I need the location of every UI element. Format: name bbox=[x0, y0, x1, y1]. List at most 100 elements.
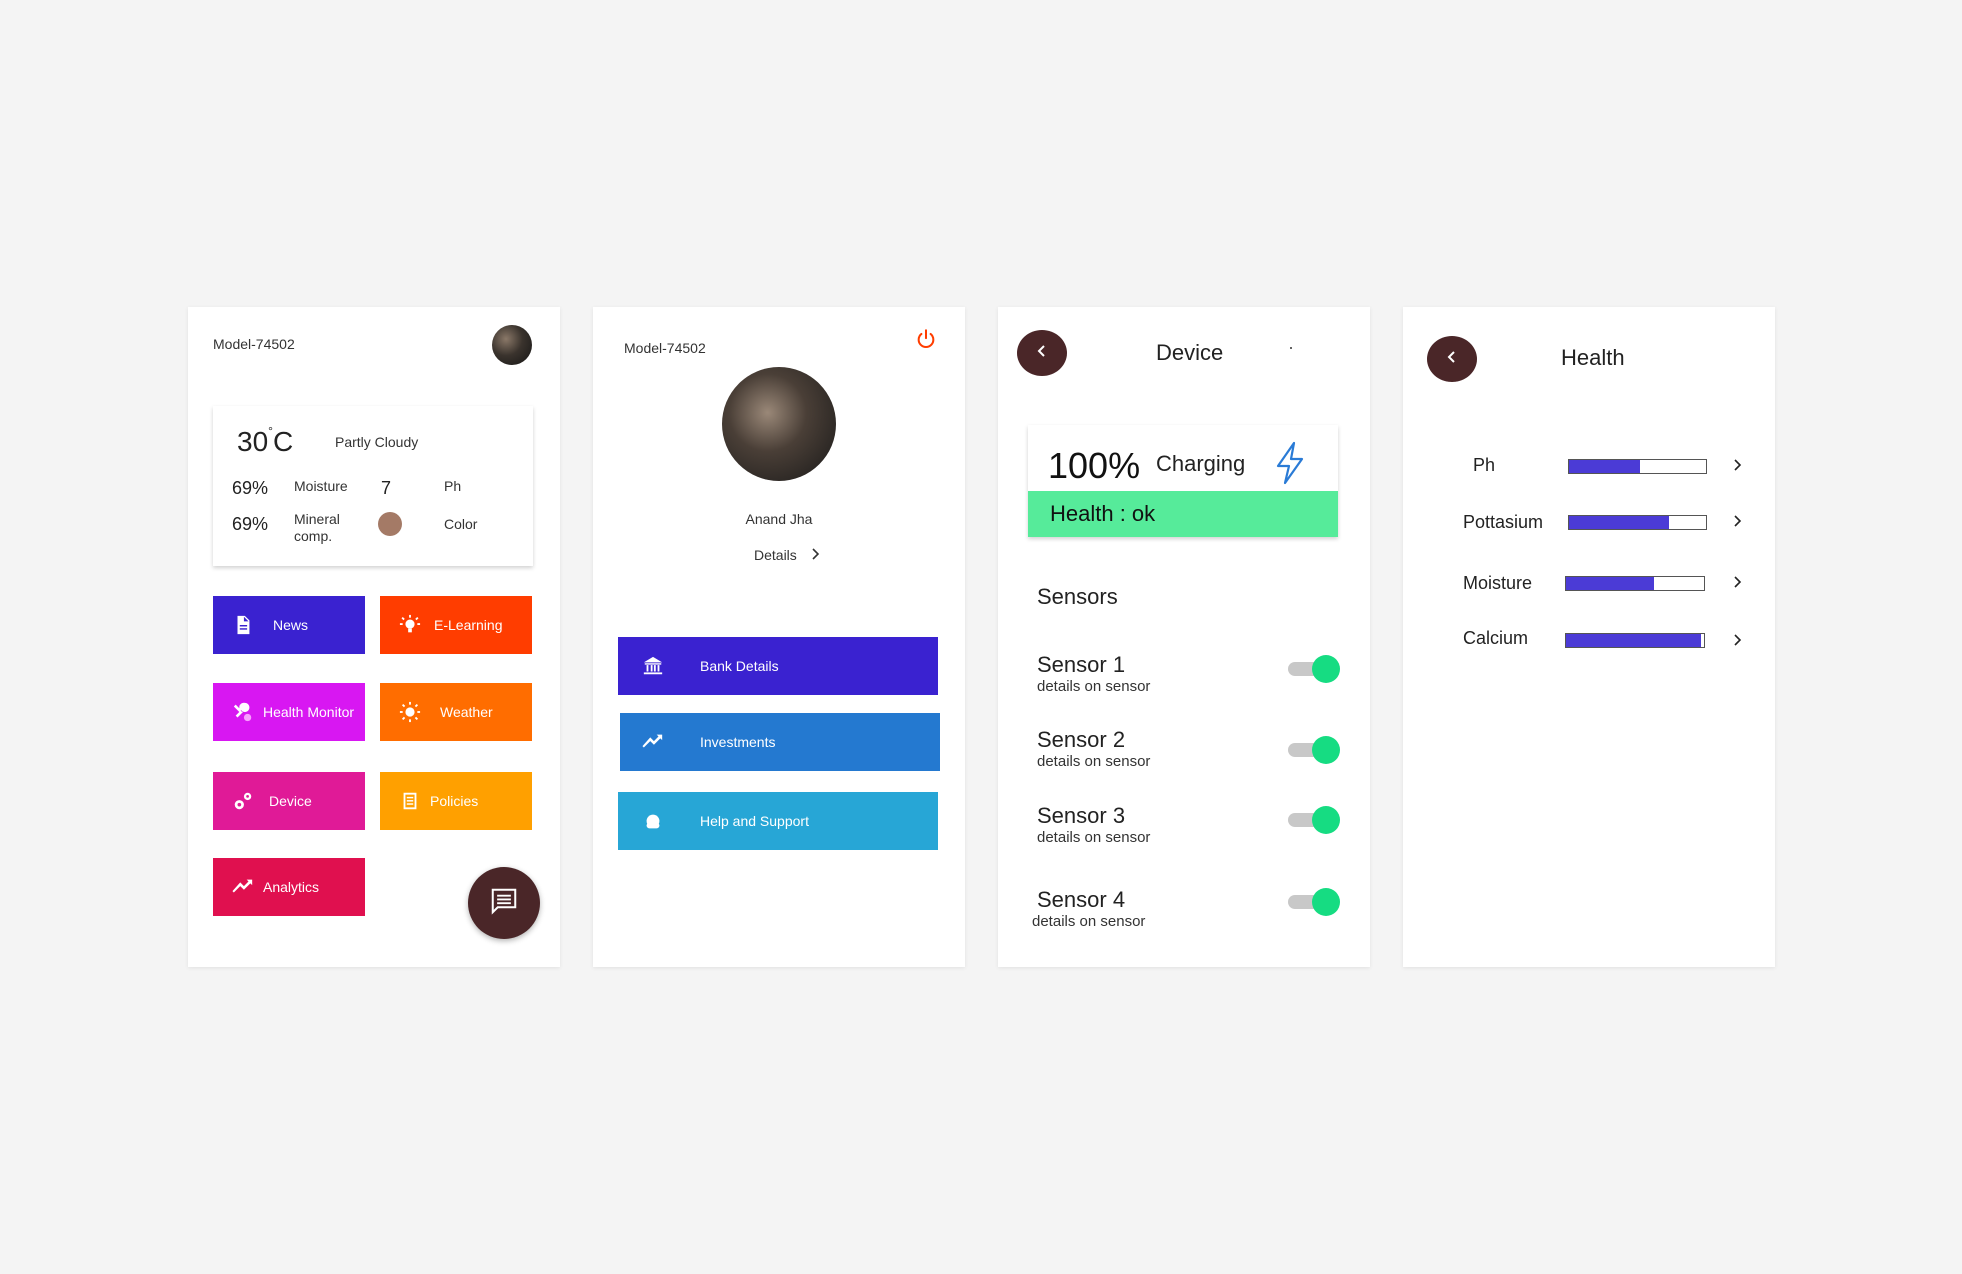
temperature: 30°C bbox=[237, 424, 294, 458]
model-label: Model-74502 bbox=[624, 340, 706, 356]
metric-meter-moisture bbox=[1565, 576, 1705, 591]
metric-meter-calcium bbox=[1565, 633, 1705, 648]
mineral-value: 69% bbox=[232, 514, 269, 534]
tile-label: News bbox=[273, 617, 309, 633]
lightning-icon bbox=[1272, 441, 1308, 490]
tile-policies[interactable]: Policies bbox=[380, 772, 532, 830]
mineral-label-line1: Mineral bbox=[294, 511, 340, 527]
tile-news[interactable]: News bbox=[213, 596, 365, 654]
metric-row-ph-chevron[interactable] bbox=[1733, 458, 1749, 474]
model-label: Model-74502 bbox=[213, 336, 295, 352]
investments-button[interactable]: Investments bbox=[620, 713, 940, 771]
health-status-strip: Health : ok bbox=[1028, 491, 1338, 537]
profile-avatar[interactable] bbox=[722, 367, 836, 481]
meter-fill bbox=[1569, 460, 1641, 473]
sensor-name: Sensor 4 bbox=[1037, 887, 1126, 912]
meter-fill bbox=[1569, 516, 1669, 529]
temperature-value: 30 bbox=[237, 426, 269, 457]
document-icon bbox=[229, 611, 257, 639]
tile-label: E-Learning bbox=[434, 617, 503, 633]
mineral-label-line2: comp. bbox=[294, 528, 333, 544]
metric-label-calcium: Calcium bbox=[1463, 628, 1529, 648]
support-icon bbox=[642, 810, 668, 832]
chevron-left-icon bbox=[1446, 350, 1458, 369]
home-screen: Model-74502 30°C Partly Cloudy 69% Moist… bbox=[188, 307, 560, 967]
sensor-name: Sensor 1 bbox=[1037, 652, 1126, 677]
color-label: Color bbox=[444, 516, 478, 532]
sensor-name: Sensor 2 bbox=[1037, 727, 1126, 752]
wrench-icon bbox=[229, 698, 257, 726]
sensor-toggle[interactable] bbox=[1288, 733, 1340, 765]
sensor-details: details on sensor bbox=[1032, 913, 1146, 930]
metric-row-moisture-chevron[interactable] bbox=[1733, 575, 1749, 591]
sensor-item: Sensor 2 details on sensor bbox=[1037, 727, 1150, 770]
meter-fill bbox=[1566, 577, 1655, 590]
investments-label: Investments bbox=[700, 734, 776, 750]
tile-health-monitor[interactable]: Health Monitor bbox=[213, 683, 365, 741]
ph-value: 7 bbox=[381, 478, 392, 498]
chevron-right-icon bbox=[1733, 515, 1743, 532]
chevron-left-icon bbox=[1036, 344, 1048, 363]
tile-elearning[interactable]: E-Learning bbox=[380, 596, 532, 654]
sensor-item: Sensor 1 details on sensor bbox=[1037, 652, 1150, 695]
metric-label-moisture: Moisture bbox=[1463, 573, 1533, 593]
metric-label-pottasium: Pottasium bbox=[1463, 512, 1544, 532]
metric-row-pottasium-chevron[interactable] bbox=[1733, 514, 1749, 530]
device-screen: Device 100% Charging Health : ok Sensors… bbox=[998, 307, 1370, 967]
sensor-details: details on sensor bbox=[1037, 678, 1151, 695]
tile-label: Analytics bbox=[263, 879, 320, 895]
gears-icon bbox=[229, 787, 257, 815]
moisture-value: 69% bbox=[232, 478, 269, 498]
sensor-item: Sensor 4 details on sensor bbox=[1032, 887, 1145, 930]
details-link[interactable]: Details bbox=[754, 547, 821, 563]
tile-analytics[interactable]: Analytics bbox=[213, 858, 365, 916]
tile-device[interactable]: Device bbox=[213, 772, 365, 830]
toggle-knob bbox=[1312, 806, 1340, 834]
power-button[interactable] bbox=[915, 328, 937, 355]
chevron-right-icon bbox=[1733, 459, 1743, 476]
metric-label-ph: Ph bbox=[1473, 455, 1496, 475]
toggle-knob bbox=[1312, 655, 1340, 683]
list-icon bbox=[396, 787, 424, 815]
sensor-toggle[interactable] bbox=[1288, 652, 1340, 684]
weather-condition: Partly Cloudy bbox=[335, 434, 419, 450]
chevron-right-icon bbox=[811, 547, 821, 563]
avatar[interactable] bbox=[492, 325, 532, 365]
page-title: Device bbox=[1156, 340, 1224, 365]
power-icon bbox=[915, 329, 937, 354]
chevron-right-icon bbox=[1733, 576, 1743, 593]
page-title: Health bbox=[1561, 345, 1625, 370]
sensor-name: Sensor 3 bbox=[1037, 803, 1126, 828]
sensors-heading: Sensors bbox=[1037, 584, 1118, 609]
ph-label: Ph bbox=[444, 478, 462, 494]
tile-weather[interactable]: Weather bbox=[380, 683, 532, 741]
bank-icon bbox=[642, 655, 668, 677]
back-button[interactable] bbox=[1427, 336, 1477, 382]
sensor-details: details on sensor bbox=[1037, 753, 1151, 770]
metric-row-calcium-chevron[interactable] bbox=[1733, 633, 1749, 649]
chat-icon bbox=[489, 886, 519, 921]
soil-color-swatch bbox=[378, 512, 402, 536]
lightbulb-icon bbox=[396, 611, 424, 639]
back-button[interactable] bbox=[1017, 330, 1067, 376]
chat-button[interactable] bbox=[468, 867, 540, 939]
tile-label: Health Monitor bbox=[263, 704, 355, 720]
battery-percent: 100% bbox=[1048, 445, 1141, 486]
tile-label: Device bbox=[269, 793, 312, 809]
help-support-button[interactable]: Help and Support bbox=[618, 792, 938, 850]
tile-label: Weather bbox=[440, 704, 493, 720]
sensor-item: Sensor 3 details on sensor bbox=[1037, 803, 1150, 846]
toggle-knob bbox=[1312, 888, 1340, 916]
user-name: Anand Jha bbox=[745, 511, 813, 527]
trending-icon bbox=[642, 731, 668, 753]
metric-meter-pottasium bbox=[1568, 515, 1707, 530]
sensor-toggle[interactable] bbox=[1288, 885, 1340, 917]
degree-symbol: ° bbox=[268, 424, 273, 438]
bank-details-button[interactable]: Bank Details bbox=[618, 637, 938, 695]
temperature-unit: C bbox=[272, 426, 294, 457]
meter-fill bbox=[1566, 634, 1702, 647]
battery-status: Charging bbox=[1156, 451, 1246, 476]
health-screen: Health Ph Pottasium Moisture Calcium bbox=[1403, 307, 1775, 967]
sun-icon bbox=[396, 698, 424, 726]
sensor-toggle[interactable] bbox=[1288, 803, 1340, 835]
